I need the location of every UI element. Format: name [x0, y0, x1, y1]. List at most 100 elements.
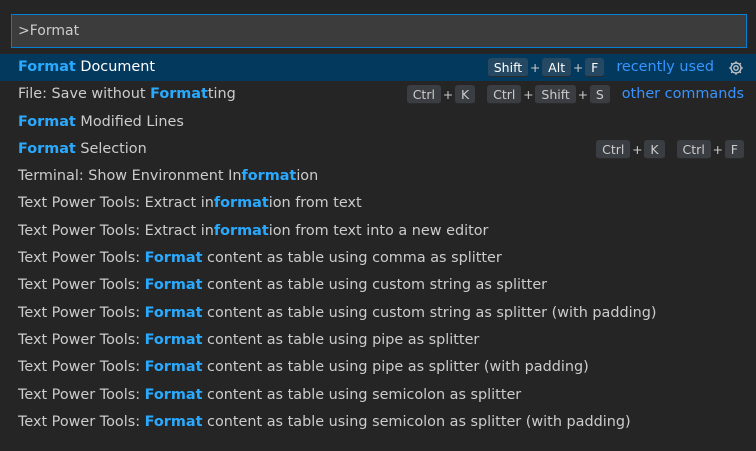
label-text: ion from text: [268, 195, 362, 212]
group-label: recently used: [616, 59, 714, 75]
command-item[interactable]: Text Power Tools: Format content as tabl…: [0, 245, 756, 272]
keybinding: Ctrl + K: [406, 81, 476, 108]
command-item[interactable]: Text Power Tools: Format content as tabl…: [0, 300, 756, 327]
label-text: content as table using semicolon as spli…: [202, 386, 522, 403]
command-input[interactable]: [12, 15, 746, 47]
label-text: Text Power Tools:: [18, 359, 145, 376]
keybinding-separator: +: [529, 60, 541, 75]
keybinding: Ctrl + Shift + S: [487, 81, 610, 108]
command-list: Format Document Shift + Alt + Frecently used F…: [0, 54, 756, 436]
command-label: Terminal: Show Environment Information: [18, 168, 318, 184]
command-input-container: [11, 14, 747, 48]
label-text: content as table using pipe as splitter …: [202, 359, 589, 376]
command-item[interactable]: Text Power Tools: Format content as tabl…: [0, 382, 756, 409]
match-highlight: Format: [144, 331, 203, 348]
command-item-details: Shift + Alt + Frecently used: [476, 54, 756, 81]
command-item[interactable]: Format Modified Lines: [0, 109, 756, 136]
command-item-details: Ctrl + K Ctrl + Shift + Sother commands: [395, 81, 756, 108]
command-label: Format Document: [18, 59, 155, 75]
label-text: content as table using custom string as …: [202, 277, 548, 294]
match-highlight: format: [213, 222, 269, 239]
command-item[interactable]: File: Save without Formatting Ctrl + K Ctrl +…: [0, 81, 756, 108]
keybinding-separator: +: [442, 87, 454, 103]
label-text: Modified Lines: [75, 113, 184, 130]
command-item-details: Ctrl + K Ctrl + F: [584, 136, 756, 163]
command-label: Text Power Tools: Format content as tabl…: [18, 277, 547, 293]
keycap: Shift: [535, 85, 576, 105]
label-text: Document: [75, 59, 155, 75]
label-text: Text Power Tools: Extract in: [18, 222, 214, 239]
match-highlight: Format: [18, 113, 76, 130]
command-label: Text Power Tools: Format content as tabl…: [18, 250, 502, 266]
command-item-selected[interactable]: Format Document Shift + Alt + Frecently used: [0, 54, 756, 82]
match-highlight: Format: [144, 359, 203, 376]
keybinding: Ctrl + F: [676, 136, 744, 163]
match-highlight: format: [213, 195, 269, 212]
label-text: ion: [296, 168, 319, 185]
keycap: F: [724, 140, 744, 160]
command-item[interactable]: Text Power Tools: Format content as tabl…: [0, 272, 756, 299]
match-highlight: Format: [18, 140, 76, 157]
label-text: Selection: [75, 140, 147, 157]
label-text: Text Power Tools:: [18, 250, 145, 267]
keycap: K: [454, 85, 476, 105]
label-text: content as table using semicolon as spli…: [202, 413, 631, 430]
command-item[interactable]: Text Power Tools: Format content as tabl…: [0, 409, 756, 436]
keycap: Ctrl: [676, 140, 711, 160]
group-label: other commands: [621, 86, 744, 103]
command-palette: Format DocumentShift+Alt+Frecently usedF…: [0, 0, 756, 451]
keybinding-separator: +: [523, 87, 534, 103]
command-item[interactable]: Format Selection Ctrl + K Ctrl + F: [0, 136, 756, 163]
match-highlight: Format: [144, 386, 203, 403]
keybinding-separator: +: [632, 141, 643, 157]
command-item[interactable]: Terminal: Show Environment Information: [0, 163, 756, 190]
label-text: Text Power Tools:: [18, 413, 145, 430]
command-label: Text Power Tools: Format content as tabl…: [18, 414, 631, 430]
command-label: Text Power Tools: Format content as tabl…: [18, 332, 479, 348]
keycap: Ctrl: [487, 85, 522, 105]
keycap: Ctrl: [596, 140, 631, 160]
keybinding-separator: +: [712, 141, 724, 157]
label-text: File: Save without: [18, 86, 151, 103]
label-text: Text Power Tools:: [18, 386, 145, 403]
match-highlight: Format: [150, 86, 208, 103]
command-label: Text Power Tools: Extract information fr…: [18, 223, 488, 239]
command-label: Text Power Tools: Format content as tabl…: [18, 359, 589, 375]
match-highlight: Format: [144, 304, 203, 321]
keycap: F: [585, 58, 605, 78]
command-label: Format Modified Lines: [18, 114, 184, 130]
label-text: content as table using custom string as …: [202, 304, 657, 321]
command-item[interactable]: Text Power Tools: Extract information fr…: [0, 218, 756, 245]
command-label: File: Save without Formatting: [18, 86, 236, 102]
label-text: ion from text into a new editor: [268, 222, 489, 239]
match-highlight: format: [241, 168, 297, 185]
keycap: Shift: [487, 58, 529, 78]
command-label: Text Power Tools: Format content as tabl…: [18, 387, 521, 403]
command-label: Format Selection: [18, 141, 147, 157]
keycap: S: [589, 85, 610, 105]
label-text: ting: [207, 86, 236, 103]
label-text: Terminal: Show Environment In: [18, 168, 242, 185]
keybinding-separator: +: [572, 60, 584, 75]
label-text: Text Power Tools:: [18, 304, 145, 321]
keycap: Ctrl: [406, 85, 441, 105]
command-label: Text Power Tools: Extract information fr…: [18, 195, 362, 211]
keybinding: Shift + Alt + F: [487, 54, 605, 81]
label-text: content as table using pipe as splitter: [202, 331, 480, 348]
command-item[interactable]: Text Power Tools: Format content as tabl…: [0, 327, 756, 354]
gear-icon[interactable]: [728, 60, 744, 76]
label-text: Text Power Tools:: [18, 331, 145, 348]
keybinding-separator: +: [577, 87, 589, 103]
keycap: K: [644, 140, 665, 160]
command-label: Text Power Tools: Format content as tabl…: [18, 305, 656, 321]
match-highlight: Format: [144, 250, 203, 267]
keycap: Alt: [542, 58, 572, 78]
match-highlight: Format: [144, 413, 203, 430]
command-item[interactable]: Text Power Tools: Extract information fr…: [0, 190, 756, 217]
command-item[interactable]: Text Power Tools: Format content as tabl…: [0, 354, 756, 381]
keybinding: Ctrl + K: [596, 136, 665, 163]
label-text: Text Power Tools:: [18, 277, 145, 294]
match-highlight: Format: [18, 59, 76, 75]
label-text: Text Power Tools: Extract in: [18, 195, 214, 212]
match-highlight: Format: [144, 277, 203, 294]
